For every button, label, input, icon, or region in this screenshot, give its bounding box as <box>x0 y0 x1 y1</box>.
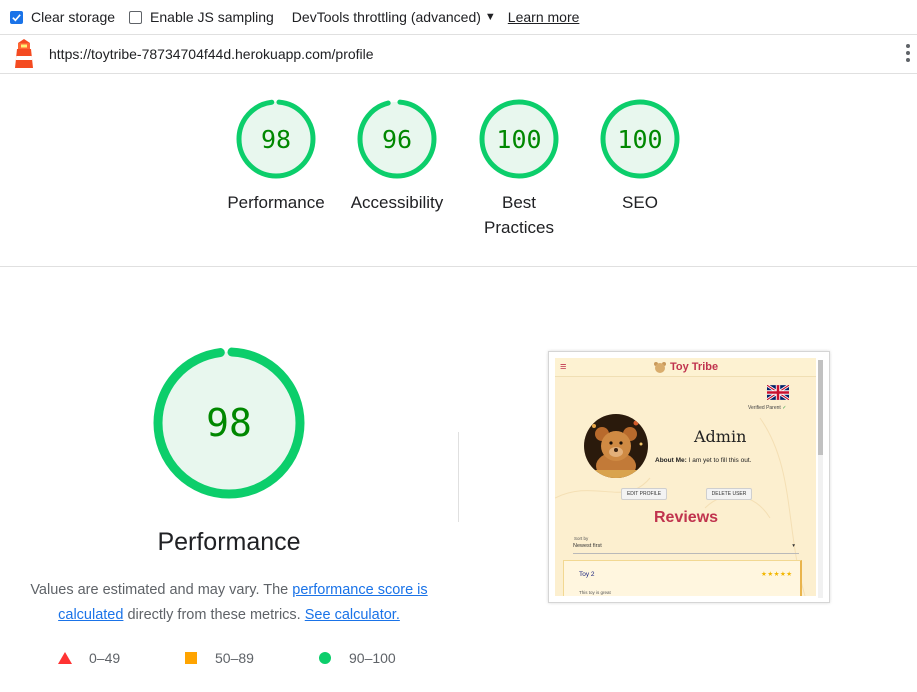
checkbox-checked-icon[interactable] <box>10 10 23 24</box>
avatar <box>584 414 648 478</box>
site-navbar: ≡ Toy Tribe <box>555 358 816 377</box>
legend-pass: 90–100 <box>319 650 396 666</box>
gauge-label: Performance <box>227 193 325 212</box>
uk-flag-icon <box>767 385 789 400</box>
scrollbar-thumb[interactable] <box>818 360 823 455</box>
screenshot-content: ≡ Toy Tribe Verified Parent ✓ Admin Abou… <box>555 358 816 596</box>
see-calculator-link[interactable]: See calculator. <box>305 607 400 623</box>
site-brand[interactable]: Toy Tribe <box>670 361 718 373</box>
learn-more-link[interactable]: Learn more <box>508 9 580 25</box>
gauge-ring: 100 <box>479 99 559 179</box>
legend-range: 90–100 <box>349 650 396 666</box>
sort-label: Sort by <box>574 536 589 541</box>
gauge-ring: 100 <box>600 99 680 179</box>
gauge-score: 98 <box>261 125 291 154</box>
gauge-score: 100 <box>617 125 662 154</box>
verified-text: Verified Parent <box>748 405 781 411</box>
clear-storage-label: Clear storage <box>31 9 116 25</box>
legend-range: 0–49 <box>89 650 121 666</box>
sort-value: Newest first <box>573 543 602 549</box>
desc-text: Values are estimated and may vary. The <box>30 582 293 598</box>
gauge-performance[interactable]: 98 Performance <box>216 98 336 215</box>
gauge-best-practices[interactable]: 100 Best Practices <box>459 98 579 240</box>
verified-badge: Verified Parent ✓ <box>748 405 786 411</box>
gauge-score: 100 <box>496 125 541 154</box>
gauge-ring: 96 <box>357 99 437 179</box>
gauge-score: 96 <box>382 125 412 154</box>
enable-js-sampling-checkbox[interactable]: Enable JS sampling <box>129 9 274 25</box>
delete-user-button[interactable]: DELETE USER <box>706 488 752 500</box>
gauge-label: SEO <box>622 193 658 212</box>
kebab-menu-icon[interactable] <box>905 42 911 66</box>
review-text: This toy is great <box>579 590 611 595</box>
caret-down-icon: ▼ <box>484 11 496 23</box>
vertical-divider <box>458 432 459 522</box>
about-me: About Me: I am yet to fill this out. <box>655 457 751 464</box>
performance-description: Values are estimated and may vary. The p… <box>24 578 434 628</box>
desc-text: directly from these metrics. <box>123 607 305 623</box>
report-url: https://toytribe-78734704f44d.herokuapp.… <box>49 46 374 62</box>
enable-js-sampling-label: Enable JS sampling <box>150 9 274 25</box>
legend-fail: 0–49 <box>58 650 120 666</box>
sort-select[interactable]: Newest first ▾ <box>573 543 799 554</box>
checkbox-unchecked-icon[interactable] <box>129 10 143 24</box>
square-icon <box>185 652 197 664</box>
caret-down-icon: ▾ <box>792 543 795 549</box>
about-label: About Me: <box>655 457 687 464</box>
reviews-heading: Reviews <box>654 509 719 526</box>
profile-name: Admin <box>694 427 747 446</box>
performance-title: Performance <box>157 528 301 556</box>
gauge-seo[interactable]: 100 SEO <box>580 98 700 215</box>
gauge-accessibility[interactable]: 96 Accessibility <box>337 98 457 215</box>
circle-icon <box>319 652 331 664</box>
gauge-ring: 98 <box>236 99 316 179</box>
gauge-label: Accessibility <box>350 193 444 212</box>
performance-score: 98 <box>206 401 252 445</box>
legend-average: 50–89 <box>185 650 254 666</box>
gauge-label: Best Practices <box>484 193 554 237</box>
lighthouse-icon <box>15 39 33 68</box>
review-card[interactable]: Toy 2 ★★★★★ This toy is great <box>563 560 802 596</box>
star-rating-icon: ★★★★★ <box>761 571 793 578</box>
edit-profile-button[interactable]: EDIT PROFILE <box>621 488 667 500</box>
review-title[interactable]: Toy 2 <box>579 571 595 578</box>
performance-gauge-large: 98 <box>153 347 305 499</box>
report-url-bar: https://toytribe-78734704f44d.herokuapp.… <box>0 35 917 74</box>
screenshot-scrollbar[interactable] <box>818 360 823 598</box>
triangle-icon <box>58 652 72 664</box>
section-divider <box>0 266 917 267</box>
clear-storage-checkbox[interactable]: Clear storage <box>10 9 115 25</box>
throttling-label: DevTools throttling (advanced) <box>291 9 481 25</box>
hamburger-icon[interactable]: ≡ <box>560 362 566 373</box>
lighthouse-toolbar: Clear storage Enable JS sampling DevTool… <box>0 0 917 35</box>
throttling-dropdown[interactable]: DevTools throttling (advanced) ▼ <box>292 9 496 25</box>
legend-range: 50–89 <box>215 650 254 666</box>
final-screenshot[interactable]: ≡ Toy Tribe Verified Parent ✓ Admin Abou… <box>548 351 830 603</box>
teddy-logo-icon <box>654 362 666 373</box>
check-circle-icon: ✓ <box>782 405 787 411</box>
about-text: I am yet to fill this out. <box>688 457 752 464</box>
